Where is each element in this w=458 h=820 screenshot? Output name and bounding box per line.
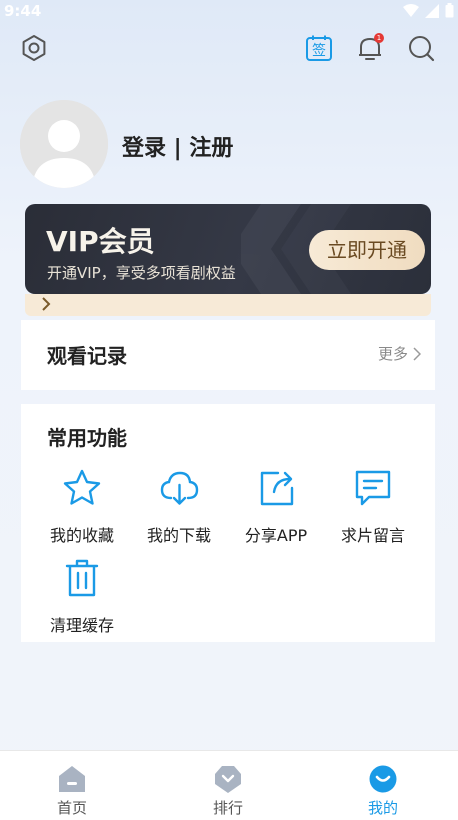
status-icons [403,3,454,18]
settings-button[interactable] [19,33,49,63]
vip-card[interactable]: VIP会员 开通VIP，享受多项看剧权益 立即开通 [25,204,431,294]
clear-cache-button[interactable]: 清理缓存 [37,558,127,638]
search-icon [409,36,435,62]
share-app-label: 分享APP [244,526,308,545]
share-app-button[interactable]: 分享APP [231,468,321,548]
sign-in-label: 签 [312,42,326,59]
tab-profile-label: 我的 [367,799,398,817]
top-bar: 签 1 [0,30,458,66]
downloads-button[interactable]: 我的下载 [134,468,224,548]
default-avatar-icon [20,100,108,188]
tab-home-label: 首页 [56,799,87,817]
profile-section: 登录 | 注册 [20,100,440,190]
search-button[interactable] [406,33,436,63]
home-icon [59,766,85,792]
login-register-link[interactable]: 登录 | 注册 [122,130,233,162]
status-bar: 9:44 [0,0,458,22]
settings-icon [22,35,46,61]
cloud-download-icon [160,471,199,505]
calendar-sign-icon: 签 [306,35,332,61]
message-icon [355,470,391,506]
watch-history-title: 观看记录 [47,344,127,368]
signal-icon [425,3,439,18]
status-time: 9:44 [4,2,42,20]
tab-ranking-label: 排行 [212,799,243,817]
wifi-icon [403,3,419,17]
clear-cache-label: 清理缓存 [49,616,114,635]
vip-title: VIP会员 [46,225,155,258]
notification-badge: 1 [374,33,384,43]
more-label: 更多 [377,345,408,363]
chevron-right-icon [413,346,421,361]
battery-icon [445,3,454,18]
vip-strip[interactable] [25,294,431,316]
notification-button[interactable]: 1 [355,33,385,63]
share-icon [260,471,294,506]
vip-subtitle: 开通VIP，享受多项看剧权益 [47,264,236,282]
common-functions-title: 常用功能 [47,426,127,450]
favorites-label: 我的收藏 [49,526,114,545]
bottom-tab-bar: 首页 排行 我的 [0,750,458,820]
tab-home[interactable]: 首页 [27,751,117,820]
ranking-icon [215,766,241,793]
avatar[interactable] [20,100,108,188]
sign-in-button[interactable]: 签 [304,33,334,63]
watch-history-card[interactable]: 观看记录 更多 [21,320,435,390]
request-message-label: 求片留言 [340,526,405,545]
trash-icon [65,559,99,597]
favorites-button[interactable]: 我的收藏 [37,468,127,548]
tab-ranking[interactable]: 排行 [183,751,273,820]
more-link[interactable]: 更多 [378,343,421,364]
downloads-label: 我的下载 [146,526,211,545]
request-message-button[interactable]: 求片留言 [328,468,418,548]
chevron-right-icon [42,297,51,311]
profile-icon [369,765,397,793]
tab-profile[interactable]: 我的 [338,751,428,820]
vip-open-button[interactable]: 立即开通 [309,230,425,270]
common-functions-card: 常用功能 我的收藏 我的下载 分享APP 求片留言 清理缓存 [21,404,435,642]
star-icon [63,469,101,505]
